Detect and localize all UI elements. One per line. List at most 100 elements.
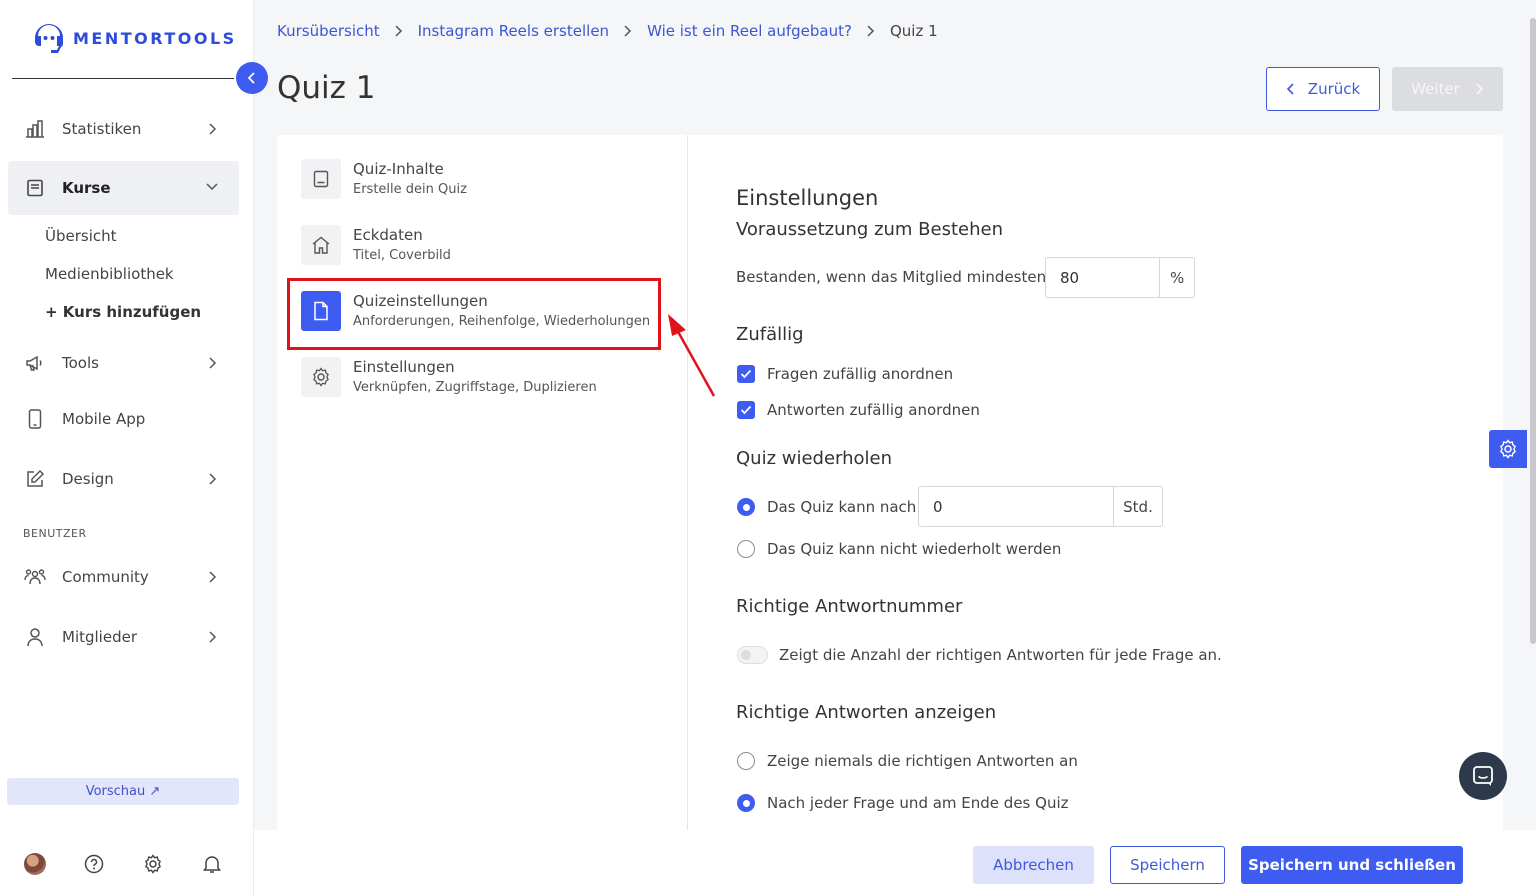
annotation-highlight-box	[287, 278, 661, 350]
page-title: Quiz 1	[277, 70, 376, 106]
logo-icon	[35, 24, 63, 53]
divider	[687, 135, 688, 835]
correct-number-heading: Richtige Antwortnummer	[736, 596, 963, 617]
step-quiz-inhalte[interactable]: Quiz-Inhalte Erstelle dein Quiz	[301, 159, 467, 199]
breadcrumb-current: Quiz 1	[889, 22, 938, 40]
save-button[interactable]: Speichern	[1110, 846, 1225, 884]
check-icon	[740, 405, 752, 415]
logo[interactable]: MENTORTOOLS	[33, 22, 237, 54]
edit-icon	[24, 468, 46, 490]
sidebar-item-label: Community	[62, 568, 149, 586]
chevron-right-icon	[866, 24, 876, 38]
mobile-icon	[24, 408, 46, 430]
back-button[interactable]: Zurück	[1266, 67, 1380, 111]
check-icon	[740, 369, 752, 379]
show-correct-heading: Richtige Antworten anzeigen	[736, 702, 997, 723]
chevron-down-icon	[206, 183, 218, 191]
help-icon[interactable]	[82, 852, 106, 876]
sidebar-subitem-uebersicht[interactable]: Übersicht	[45, 227, 117, 245]
sidebar-subitem-kurs-hinzufuegen[interactable]: + Kurs hinzufügen	[45, 303, 201, 321]
repeat-after-label: Das Quiz kann nach	[767, 498, 917, 516]
home-icon	[301, 225, 341, 265]
gear-icon	[1500, 439, 1516, 459]
breadcrumb-link[interactable]: Instagram Reels erstellen	[418, 22, 609, 40]
bell-icon[interactable]	[200, 852, 224, 876]
cancel-button[interactable]: Abbrechen	[973, 846, 1094, 884]
chat-launcher-button[interactable]	[1459, 752, 1507, 800]
random-questions-checkbox[interactable]	[737, 365, 755, 383]
next-button-label: Weiter	[1411, 80, 1460, 98]
chat-icon	[1473, 766, 1493, 786]
sidebar-item-label: Design	[62, 470, 114, 488]
pass-label: Bestanden, wenn das Mitglied mindestens	[736, 268, 1054, 286]
chevron-left-icon	[1286, 83, 1294, 95]
back-button-label: Zurück	[1307, 80, 1361, 98]
sidebar-item-community[interactable]: Community	[8, 550, 239, 604]
step-eckdaten[interactable]: Eckdaten Titel, Coverbild	[301, 225, 451, 265]
save-and-close-button[interactable]: Speichern und schließen	[1241, 846, 1463, 884]
step-subtitle: Erstelle dein Quiz	[353, 182, 467, 197]
sidebar-item-mobile-app[interactable]: Mobile App	[8, 392, 239, 446]
breadcrumb-link[interactable]: Kursübersicht	[277, 22, 380, 40]
user-icon	[24, 626, 46, 648]
step-einstellungen[interactable]: Einstellungen Verknüpfen, Zugriffstage, D…	[301, 357, 597, 397]
correct-number-toggle[interactable]	[737, 646, 768, 664]
hours-unit: Std.	[1123, 497, 1153, 516]
book-icon	[301, 159, 341, 199]
random-heading: Zufällig	[736, 324, 804, 345]
show-never-radio[interactable]	[737, 752, 755, 770]
preview-button[interactable]: Vorschau ↗	[7, 778, 239, 805]
collapse-sidebar-button[interactable]	[236, 62, 268, 94]
chevron-right-icon	[1476, 83, 1483, 95]
floating-settings-button[interactable]	[1489, 430, 1527, 468]
chevron-right-icon	[209, 123, 217, 135]
megaphone-icon	[24, 352, 46, 374]
repeat-never-label: Das Quiz kann nicht wiederholt werden	[767, 540, 1062, 558]
repeat-value[interactable]: 0	[919, 487, 1114, 526]
sidebar-footer	[0, 848, 254, 880]
sidebar-item-label: Tools	[62, 354, 99, 372]
breadcrumb: Kursübersicht Instagram Reels erstellen …	[277, 22, 938, 40]
breadcrumb-link[interactable]: Wie ist ein Reel aufgebaut?	[647, 22, 852, 40]
repeat-heading: Quiz wiederholen	[736, 448, 893, 469]
sidebar-item-label: Statistiken	[62, 120, 142, 138]
pass-heading: Voraussetzung zum Bestehen	[736, 219, 1004, 240]
step-subtitle: Verknüpfen, Zugriffstage, Duplizieren	[353, 380, 597, 395]
sidebar-item-mitglieder[interactable]: Mitglieder	[8, 610, 239, 664]
community-icon	[24, 566, 46, 588]
chevron-right-icon	[394, 24, 404, 38]
pass-value[interactable]: 80	[1046, 258, 1161, 297]
scrollbar[interactable]	[1530, 18, 1536, 644]
sidebar-subitem-medienbibliothek[interactable]: Medienbibliothek	[45, 265, 174, 283]
sidebar-item-statistiken[interactable]: Statistiken	[8, 102, 239, 156]
next-button[interactable]: Weiter	[1392, 67, 1503, 111]
chevron-left-icon	[247, 72, 255, 84]
show-after-each-radio[interactable]	[737, 794, 755, 812]
sidebar-item-kurse[interactable]: Kurse	[8, 161, 239, 215]
bar-chart-icon	[24, 118, 46, 140]
sidebar-item-tools[interactable]: Tools	[8, 336, 239, 390]
show-never-label: Zeige niemals die richtigen Antworten an	[767, 752, 1078, 770]
chevron-right-icon	[209, 357, 217, 369]
repeat-after-radio[interactable]	[737, 498, 755, 516]
pass-percentage-input[interactable]: 80 %	[1045, 257, 1195, 298]
random-answers-checkbox[interactable]	[737, 401, 755, 419]
chevron-right-icon	[209, 473, 217, 485]
step-title: Eckdaten	[353, 226, 423, 244]
repeat-never-radio[interactable]	[737, 540, 755, 558]
sidebar: MENTORTOOLS Statistiken Kurse Übersicht …	[0, 0, 254, 896]
percent-unit: %	[1169, 268, 1185, 287]
sidebar-item-label: Mobile App	[62, 410, 146, 428]
gear-icon	[301, 357, 341, 397]
sidebar-item-design[interactable]: Design	[8, 452, 239, 506]
quiz-editor-card: Quiz-Inhalte Erstelle dein Quiz Eckdaten T…	[277, 135, 1503, 835]
settings-heading: Einstellungen	[736, 186, 879, 210]
step-subtitle: Titel, Coverbild	[353, 248, 451, 263]
chevron-right-icon	[209, 631, 217, 643]
repeat-hours-input[interactable]: 0 Std.	[918, 486, 1163, 527]
gear-icon[interactable]	[141, 852, 165, 876]
divider	[12, 78, 234, 79]
step-title: Quiz-Inhalte	[353, 160, 444, 178]
step-title: Einstellungen	[353, 358, 455, 376]
logo-text: MENTORTOOLS	[73, 28, 237, 48]
